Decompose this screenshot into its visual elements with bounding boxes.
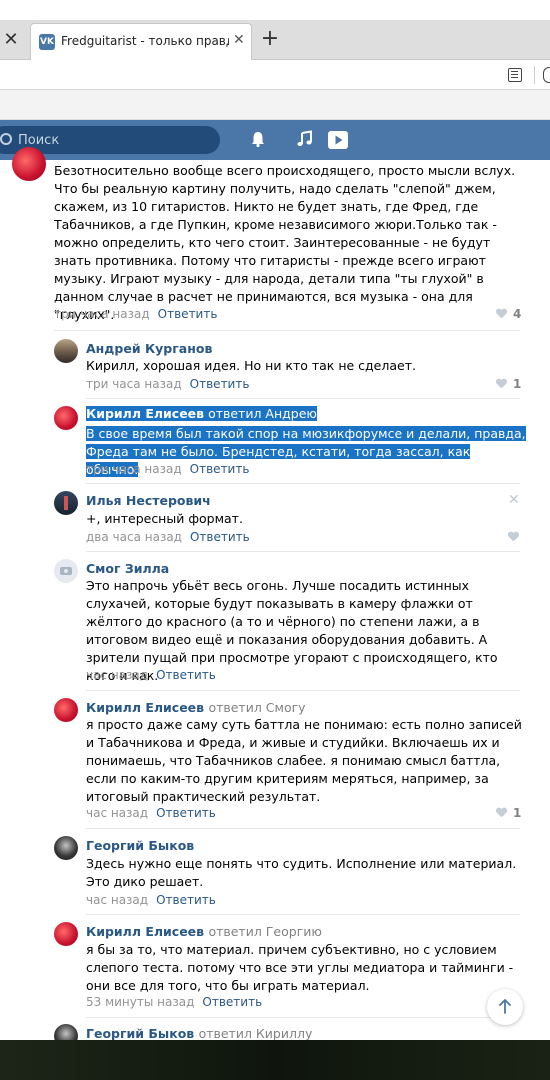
comment-meta: час назад Ответить [86, 806, 216, 820]
author-name[interactable]: Георгий Быков [86, 1026, 194, 1041]
reply-link[interactable]: Ответить [156, 668, 216, 682]
author-name[interactable]: Кирилл Елисеев [86, 924, 204, 939]
tab-title: Fredguitarist - только правда о [61, 34, 229, 48]
comment-time[interactable]: час назад [86, 668, 148, 682]
comment-text-line: В свое время был такой спор на мюзикфору… [86, 426, 526, 441]
arrow-up-icon [499, 999, 511, 1014]
like-button[interactable]: 4 [496, 307, 521, 321]
like-button[interactable] [508, 530, 525, 544]
like-button[interactable]: 1 [496, 377, 521, 391]
comment-text: Здесь нужно еще понять что судить. Испол… [86, 856, 517, 889]
search-placeholder: Поиск [18, 133, 60, 148]
browser-tabbar: ✕ VK Fredguitarist - только правда о ✕ + [0, 0, 550, 60]
bell-icon[interactable] [249, 130, 267, 148]
heart-icon [496, 808, 507, 818]
toolbar-divider [534, 66, 535, 84]
bookmarks-bar [0, 90, 550, 120]
reply-link[interactable]: Ответить [190, 462, 250, 476]
like-count: 1 [513, 377, 522, 391]
comment-time[interactable]: 53 минуты назад [86, 995, 194, 1009]
author-name[interactable]: Кирилл Елисеев [86, 700, 204, 715]
comment-text: я просто даже саму суть баттла не понима… [86, 717, 522, 804]
divider [86, 483, 520, 484]
vk-favicon-icon: VK [39, 34, 55, 50]
tab-close-icon[interactable]: ✕ [233, 32, 245, 48]
comment-meta: час назад Ответить [86, 893, 216, 907]
reply-to-text: ответил Андрею [208, 406, 317, 421]
comment-meta: три часа назад Ответить [54, 307, 217, 321]
avatar[interactable] [54, 339, 78, 363]
avatar[interactable] [54, 922, 78, 946]
heart-icon [496, 309, 507, 319]
search-icon [0, 133, 12, 145]
reply-link[interactable]: Ответить [202, 995, 262, 1009]
comment-meta: три часа назад Ответить [86, 462, 249, 476]
comment-text: Кирилл, хорошая идея. Но ни кто так не с… [86, 358, 416, 373]
divider [86, 828, 520, 829]
reply-to-text[interactable]: ответил Смогу [208, 700, 305, 715]
reply-to[interactable]: ответил Андрею [204, 406, 317, 421]
os-taskbar [0, 1040, 550, 1080]
reply-to-text[interactable]: ответил Георгию [208, 924, 321, 939]
avatar[interactable] [54, 836, 78, 860]
comment-author[interactable]: Кирилл Елисеев ответил Андрею [86, 406, 317, 421]
avatar[interactable] [54, 698, 78, 722]
reply-link[interactable]: Ответить [158, 307, 218, 321]
comment-meta: 53 минуты назад Ответить [86, 995, 262, 1009]
music-icon[interactable] [296, 130, 314, 148]
comment-time[interactable]: час назад [86, 806, 148, 820]
comment-author[interactable]: Илья Нестерович [86, 493, 211, 508]
comment-text: +, интересный формат. [86, 511, 243, 526]
avatar[interactable] [54, 406, 78, 430]
divider [86, 690, 520, 691]
video-play-icon[interactable] [327, 129, 349, 151]
comment-author[interactable]: Смог Зилла [86, 561, 169, 576]
delete-comment-icon[interactable]: ✕ [508, 492, 520, 508]
reader-view-icon[interactable] [508, 68, 522, 82]
new-tab-button[interactable]: + [258, 27, 282, 51]
toolbar-edge-icon[interactable] [543, 67, 550, 83]
comment-author[interactable]: Георгий Быков ответил Кириллу [86, 1026, 312, 1041]
comment-meta: три часа назад Ответить [86, 377, 249, 391]
divider [86, 914, 520, 915]
comment-meta: два часа назад Ответить [86, 530, 250, 544]
comment-text: Безотносительно вообще всего происходяще… [54, 163, 516, 322]
comment-author[interactable]: Кирилл Елисеев ответил Смогу [86, 700, 306, 715]
divider [86, 398, 520, 399]
comment-time[interactable]: два часа назад [86, 530, 182, 544]
divider [86, 1017, 520, 1018]
divider [86, 551, 520, 552]
like-button[interactable]: 1 [496, 806, 521, 820]
avatar[interactable] [12, 147, 46, 181]
reply-to-text[interactable]: ответил Кириллу [199, 1026, 313, 1041]
heart-icon [496, 379, 507, 389]
like-count: 4 [513, 307, 522, 321]
reply-link[interactable]: Ответить [156, 893, 216, 907]
comment-text: я бы за то, что материал. причем субъект… [86, 942, 514, 993]
like-count: 1 [513, 806, 522, 820]
reply-link[interactable]: Ответить [190, 377, 250, 391]
comment-time[interactable]: час назад [86, 893, 148, 907]
comment-author[interactable]: Кирилл Елисеев ответил Георгию [86, 924, 322, 939]
comment-time[interactable]: три часа назад [54, 307, 150, 321]
comment-time[interactable]: три часа назад [86, 462, 182, 476]
previous-tab-close-icon[interactable]: ✕ [0, 28, 22, 52]
address-bar[interactable] [0, 60, 550, 90]
avatar[interactable] [54, 491, 78, 515]
heart-icon [508, 532, 519, 542]
comment-author[interactable]: Андрей Курганов [86, 341, 212, 356]
scroll-to-top-button[interactable] [487, 989, 523, 1025]
avatar[interactable] [54, 559, 78, 583]
active-tab[interactable]: VK Fredguitarist - только правда о ✕ [30, 23, 252, 60]
reply-link[interactable]: Ответить [156, 806, 216, 820]
author-name[interactable]: Кирилл Елисеев [86, 406, 205, 421]
comment-meta: час назад Ответить [86, 668, 216, 682]
divider [54, 330, 520, 331]
comment-time[interactable]: три часа назад [86, 377, 182, 391]
reply-link[interactable]: Ответить [190, 530, 250, 544]
comment-author[interactable]: Георгий Быков [86, 838, 194, 853]
